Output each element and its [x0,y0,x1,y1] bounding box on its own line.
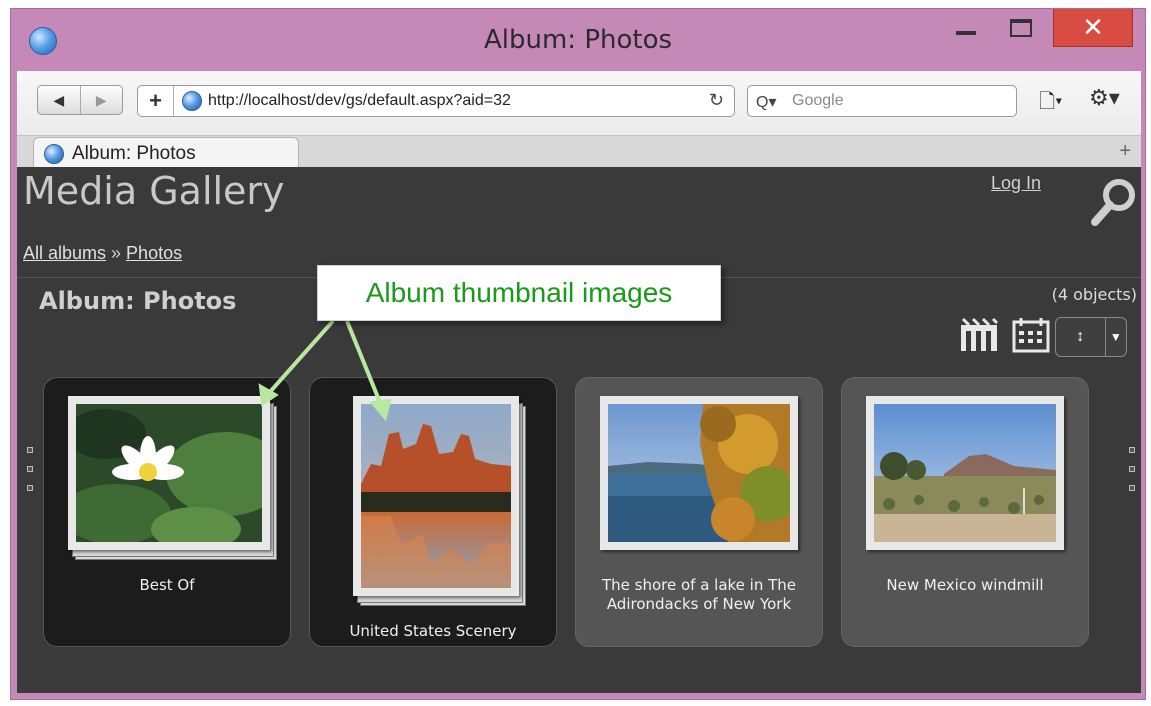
scroll-right-handle[interactable] [1129,447,1137,491]
search-field[interactable]: Q▾ Google [747,85,1017,117]
album-card-united-states-scenery[interactable]: United States Scenery [309,377,557,647]
sort-direction-icon[interactable]: ↕ [1056,318,1105,356]
nav-buttons: ◀ ▶ [37,85,123,115]
site-globe-icon [182,91,202,111]
search-icon[interactable] [1087,177,1139,229]
maximize-button[interactable] [1001,9,1041,47]
search-engine-icon[interactable]: Q▾ [756,92,776,112]
page-content: Media Gallery Log In All albums » Photos… [17,167,1141,693]
slideshow-icon[interactable] [959,317,999,353]
title-bar: Album: Photos ✕ [11,9,1145,71]
back-button[interactable]: ◀ [38,86,80,114]
breadcrumb: All albums » Photos [23,243,182,264]
thumbnail-red-rocks[interactable] [353,396,519,596]
browser-toolbar: ◀ ▶ + http://localhost/dev/gs/default.as… [17,71,1141,169]
album-heading: Album: Photos [39,287,237,315]
album-caption[interactable]: Best Of [44,576,290,595]
breadcrumb-photos[interactable]: Photos [126,243,182,263]
reload-icon[interactable]: ↻ [709,90,724,111]
calendar-icon[interactable] [1011,317,1051,353]
tab-globe-icon [44,144,64,164]
tab-strip: Album: Photos + [17,135,1141,169]
breadcrumb-all-albums[interactable]: All albums [23,243,106,263]
add-bookmark-button[interactable]: + [138,86,174,116]
browser-window: Album: Photos ✕ ◀ ▶ + http://localhost/d… [10,8,1146,700]
thumbnail-water-lily[interactable] [68,396,270,550]
tab-label: Album: Photos [72,143,196,164]
close-icon: ✕ [1082,12,1104,43]
thumbnail-desert[interactable] [866,396,1064,550]
thumbnail-lake[interactable] [600,396,798,550]
new-tab-button[interactable]: + [1119,140,1131,163]
photo-card-adirondacks-lake[interactable]: The shore of a lake in The Adirondacks o… [575,377,823,647]
site-title: Media Gallery [23,169,285,213]
photo-caption[interactable]: The shore of a lake in The Adirondacks o… [576,576,822,614]
close-button[interactable]: ✕ [1053,9,1133,47]
tools-gear-icon[interactable]: ⚙▾ [1089,85,1120,111]
breadcrumb-separator: » [106,243,127,263]
page-menu-icon[interactable]: 🗋▾ [1039,87,1062,121]
album-card-best-of[interactable]: Best Of [43,377,291,647]
scroll-left-handle[interactable] [27,447,35,491]
url-text[interactable]: http://localhost/dev/gs/default.aspx?aid… [208,92,511,110]
album-caption[interactable]: United States Scenery [310,622,556,641]
sort-dropdown-icon[interactable]: ▼ [1104,318,1126,356]
minimize-icon [956,31,976,35]
object-count: (4 objects) [1051,285,1137,304]
sort-control[interactable]: ↕ ▼ [1055,317,1127,357]
photo-card-new-mexico-windmill[interactable]: New Mexico windmill [841,377,1089,647]
maximize-icon [1010,19,1032,37]
search-placeholder: Google [792,92,844,109]
annotation-callout: Album thumbnail images [317,265,721,321]
forward-button[interactable]: ▶ [79,86,123,114]
tab-album-photos[interactable]: Album: Photos [33,137,299,169]
photo-caption[interactable]: New Mexico windmill [842,576,1088,595]
minimize-button[interactable] [946,9,986,47]
login-link[interactable]: Log In [991,173,1041,194]
address-bar[interactable]: + http://localhost/dev/gs/default.aspx?a… [137,85,735,117]
